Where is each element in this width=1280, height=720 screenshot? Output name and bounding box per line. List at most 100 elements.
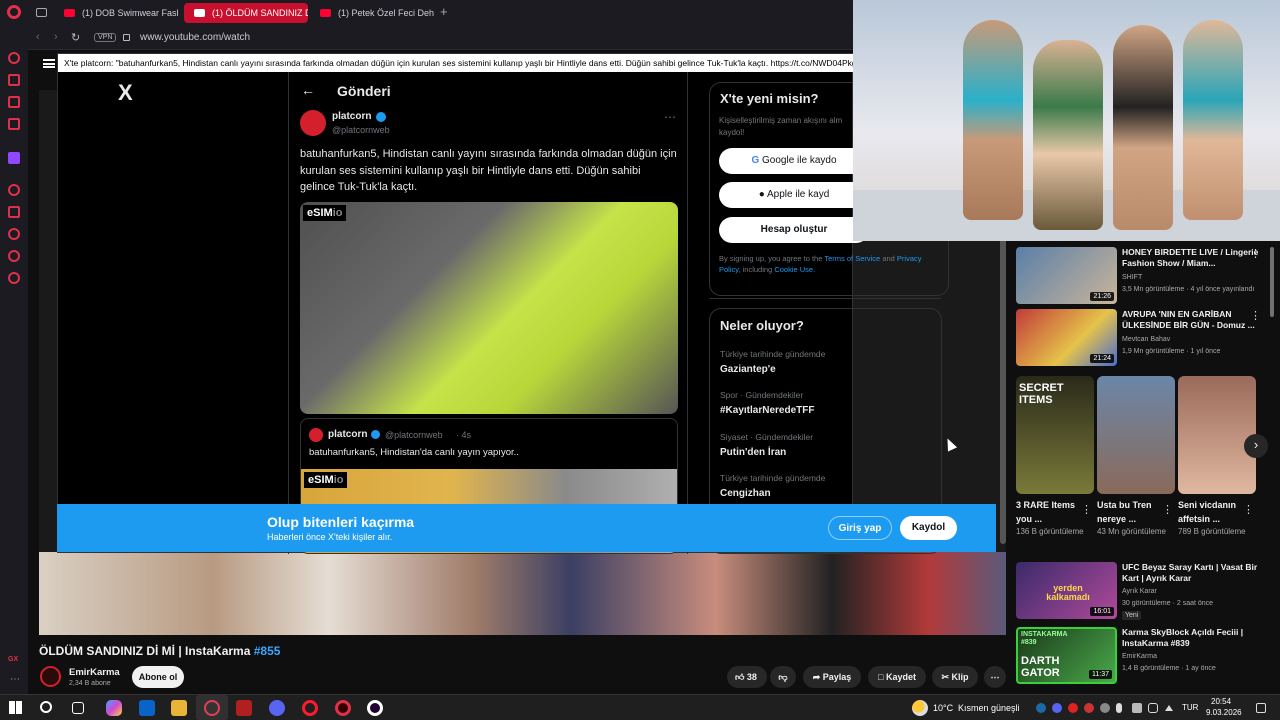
voice-app-icon[interactable] [236, 700, 252, 716]
terms-link[interactable]: Terms of Service [824, 254, 880, 263]
bookmark-icon[interactable] [8, 206, 20, 218]
share-button[interactable]: ➦ Paylaş [803, 666, 861, 688]
like-button[interactable]: 👍︎ 38 [727, 666, 767, 688]
video-title[interactable]: Karma SkyBlock Açıldı Feciii | InstaKarm… [1122, 627, 1262, 649]
settings-icon[interactable] [8, 272, 20, 284]
new-tab-button[interactable]: + [440, 4, 448, 19]
play-icon[interactable] [8, 184, 20, 196]
trend-item[interactable]: Siyaset · Gündemdekiler Putin'den İran [720, 432, 813, 458]
short-title[interactable]: 3 RARE Items you ... [1016, 498, 1080, 526]
google-signup-button[interactable]: G Google ile kaydo [719, 148, 869, 174]
language-indicator[interactable]: TUR [1182, 703, 1198, 712]
video-thumbnail[interactable]: 21:24 [1016, 309, 1117, 366]
more-options-icon[interactable]: ⋮ [1162, 503, 1173, 516]
video-thumbnail[interactable]: yerden kalkamadı 16:01 [1016, 562, 1117, 619]
tab-petek-ozel[interactable]: (1) Petek Özel Feci Dehşet [310, 3, 434, 23]
post-video[interactable]: eSIMio [300, 202, 678, 414]
tray-discord-icon[interactable] [1052, 703, 1062, 713]
channel-name[interactable]: EmirKarma [69, 667, 120, 678]
opera-icon[interactable] [302, 700, 318, 716]
history-icon[interactable] [8, 52, 20, 64]
tray-app-icon[interactable] [1084, 703, 1094, 713]
video-thumbnail[interactable]: 21:26 [1016, 247, 1117, 304]
recommendation-item[interactable]: INSTAKARMA #839 DARTH GATOR 11:37 Karma … [1016, 627, 1276, 685]
tray-expand-icon[interactable] [1165, 705, 1173, 711]
video-title[interactable]: UFC Beyaz Saray Kartı | Vasat Bir Kart |… [1122, 562, 1262, 584]
author-handle[interactable]: @platcornweb [332, 125, 390, 135]
short-title[interactable]: Usta bu Tren nereye ... [1097, 498, 1161, 526]
forward-icon[interactable]: › [54, 31, 58, 43]
windows-start-icon[interactable] [9, 701, 22, 714]
tray-app-icon[interactable] [1068, 703, 1078, 713]
more-options-icon[interactable]: ⋮ [1081, 503, 1092, 516]
channel-name[interactable]: Ayrık Karar [1122, 588, 1157, 595]
twitch-icon[interactable] [8, 152, 20, 164]
video-thumbnail[interactable]: INSTAKARMA #839 DARTH GATOR 11:37 [1016, 627, 1117, 684]
x-logo-icon[interactable]: X [118, 80, 133, 106]
wallet-icon[interactable] [8, 96, 20, 108]
file-explorer-icon[interactable] [171, 700, 187, 716]
author-name[interactable]: platcorn [332, 111, 371, 122]
author-avatar[interactable] [300, 110, 326, 136]
clock-date[interactable]: 9.03.2026 [1206, 708, 1242, 717]
opera-logo-icon[interactable] [7, 5, 21, 19]
tab-oldum-sandiniz[interactable]: (1) ÖLDÜM SANDINIZ Dİ M [184, 3, 308, 23]
clock-time[interactable]: 20:54 [1211, 697, 1231, 706]
video-title[interactable]: AVRUPA 'NIN EN GARİBAN ÜLKESİNDE BİR GÜN… [1122, 309, 1262, 331]
cube-icon[interactable] [8, 250, 20, 262]
reload-icon[interactable]: ↻ [71, 31, 80, 44]
url-field[interactable]: www.youtube.com/watch [140, 32, 250, 43]
subscribe-button[interactable]: Abone ol [132, 666, 184, 688]
channel-name[interactable]: SHIFT [1122, 274, 1142, 281]
more-options-icon[interactable]: ⋮ [1250, 247, 1261, 260]
more-options-icon[interactable]: ⋮ [1243, 503, 1254, 516]
trend-item[interactable]: Spor · Gündemdekiler #KayıtlarNeredeTFF [720, 390, 814, 416]
tray-app-icon[interactable] [1132, 703, 1142, 713]
sidebar-scrollbar[interactable] [1270, 247, 1274, 317]
short-thumbnail[interactable] [1178, 376, 1256, 494]
opera-air-icon[interactable] [367, 700, 383, 716]
create-account-button[interactable]: Hesap oluştur [719, 217, 869, 243]
more-options-icon[interactable]: ⋮ [1250, 309, 1261, 322]
signup-button[interactable]: Kaydol [900, 516, 957, 540]
weather-temp[interactable]: 10°C [933, 703, 953, 713]
discord-icon[interactable] [269, 700, 285, 716]
channel-name[interactable]: Mevtcan Bahav [1122, 336, 1170, 343]
video-title[interactable]: HONEY BIRDETTE LIVE / Lingerie Fashion S… [1122, 247, 1262, 269]
bag-icon[interactable] [8, 74, 20, 86]
cookie-link[interactable]: Cookie Use. [774, 265, 815, 274]
weather-text[interactable]: Kısmen güneşli [958, 703, 1020, 713]
clip-button[interactable]: ✂ Klip [932, 666, 978, 688]
tray-steam-icon[interactable] [1036, 703, 1046, 713]
outlook-icon[interactable] [139, 700, 155, 716]
copilot-icon[interactable] [106, 700, 122, 716]
trend-item[interactable]: Türkiye tarihinde gündemde Gaziantep'e [720, 349, 825, 375]
trend-item[interactable]: Türkiye tarihinde gündemde Cengizhan [720, 473, 825, 499]
channel-avatar[interactable] [40, 666, 61, 687]
video-hashtag[interactable]: #855 [254, 644, 281, 658]
more-actions-button[interactable]: ⋯ [984, 666, 1006, 688]
back-arrow-icon[interactable]: ← [301, 82, 315, 98]
task-view-icon[interactable] [72, 702, 84, 714]
recommendation-item[interactable]: 21:24 AVRUPA 'NIN EN GARİBAN ÜLKESİNDE B… [1016, 309, 1276, 367]
dislike-button[interactable]: 👎︎ [770, 666, 796, 688]
tab-switcher-icon[interactable] [36, 8, 47, 17]
short-thumbnail[interactable]: SECRET ITEMS [1016, 376, 1094, 494]
short-thumbnail[interactable] [1097, 376, 1175, 494]
back-icon[interactable]: ‹ [36, 31, 40, 43]
apple-signup-button[interactable]: ● Apple ile kayd [719, 182, 869, 208]
gx-icon[interactable]: GX [8, 656, 18, 663]
opera-gx-2-icon[interactable] [335, 700, 351, 716]
mail-icon[interactable] [8, 118, 20, 130]
notification-icon[interactable] [1256, 703, 1266, 713]
tray-mic-icon[interactable] [1116, 703, 1122, 713]
clock-icon[interactable] [8, 228, 20, 240]
login-button[interactable]: Giriş yap [828, 516, 892, 540]
save-button[interactable]: □ Kaydet [868, 666, 926, 688]
short-title[interactable]: Seni vicdanın affetsin ... [1178, 498, 1242, 526]
channel-name[interactable]: EmirKarma [1122, 653, 1157, 660]
more-options-icon[interactable]: ⋯ [664, 110, 676, 124]
tray-app-icon[interactable] [1100, 703, 1110, 713]
search-icon[interactable] [40, 701, 52, 713]
more-icon[interactable]: ⋯ [10, 674, 20, 685]
